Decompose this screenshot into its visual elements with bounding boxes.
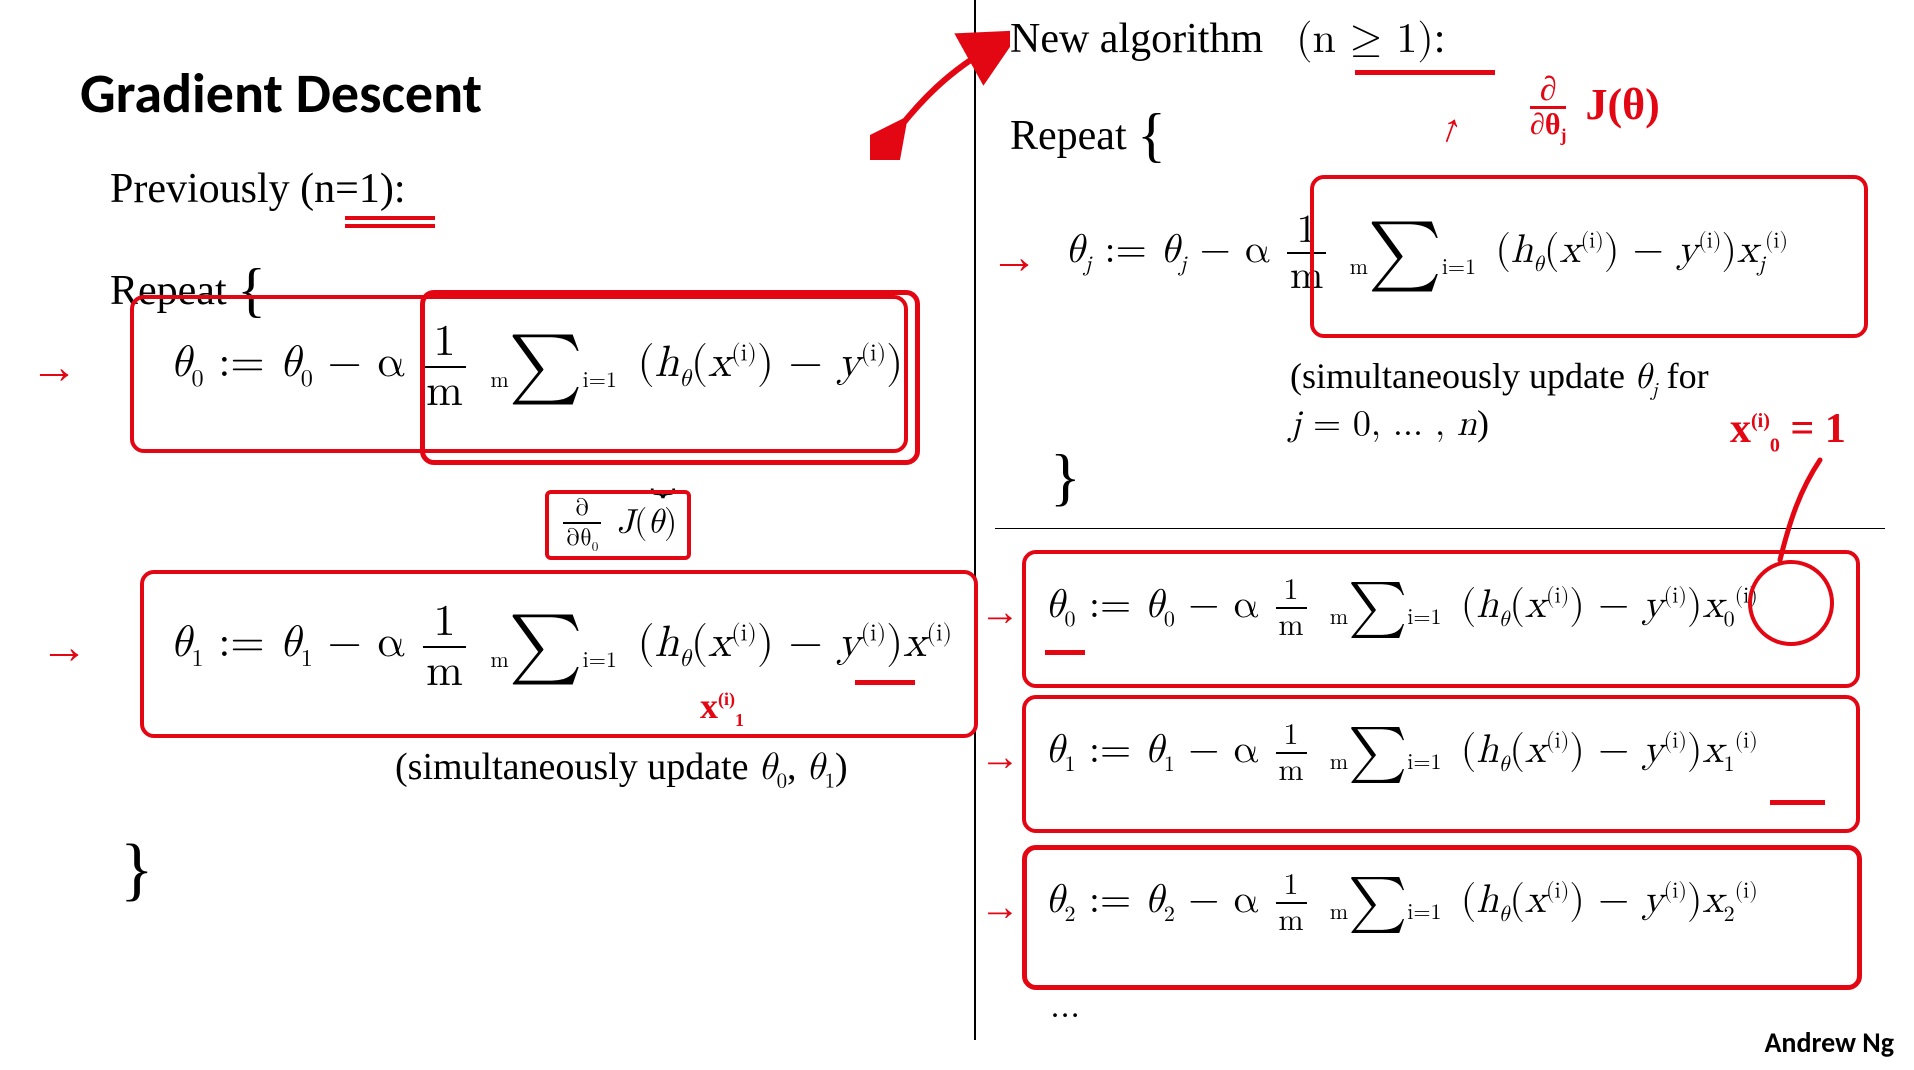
equation-theta2-right: θ2 := θ2 − α 1m m∑i=1 (hθ(x(i)) − y(i))x… — [1045, 870, 1758, 936]
annotation-underline-x1 — [1770, 800, 1825, 805]
annotation-partial-thetaj: ∂ ∂θj J(θ) — [1530, 75, 1660, 143]
annotation-arrow-thetaj: → — [990, 230, 1038, 285]
annotation-underline-theta0 — [1045, 650, 1085, 655]
partial-derivative-label: ∂∂θ0 J(θ) — [545, 490, 691, 560]
ellipsis-right: … — [1050, 985, 1080, 1028]
simultaneous-update-right: (simultaneously update θj for j = 0, … ,… — [1290, 355, 1709, 446]
new-algorithm-label: New algorithm — [1010, 16, 1263, 62]
annotation-arrow-theta1-right: → — [980, 735, 1020, 780]
annotation-arrow-theta0-right: → — [980, 590, 1020, 635]
annotation-arrow-theta1-left: → — [40, 620, 88, 675]
horizontal-rule-right — [995, 528, 1885, 529]
annotation-circle-x0 — [1748, 560, 1834, 646]
equation-thetaj-general: θj := θj − α 1m m∑i=1 (hθ(x(i)) − y(i))x… — [1065, 210, 1788, 296]
close-brace-left: } — [120, 830, 154, 910]
annotation-underline-nge1 — [1355, 70, 1495, 75]
equation-theta0-right: θ0 := θ0 − α 1m m∑i=1 (hθ(x(i)) − y(i))x… — [1045, 575, 1758, 641]
annotation-x1-note: x(i)1 — [700, 685, 744, 731]
repeat-left-label: Repeat — [110, 268, 227, 314]
equation-theta1-right: θ1 := θ1 − α 1m m∑i=1 (hθ(x(i)) − y(i))x… — [1045, 720, 1758, 786]
annotation-arrow-theta2-right: → — [980, 885, 1020, 930]
equation-theta1-left: θ1 := θ1 − α 1m m∑i=1 (hθ(x(i)) − y(i))x… — [170, 600, 952, 694]
close-brace-right: } — [1050, 440, 1081, 514]
annotation-underline-xi — [855, 680, 915, 685]
vertical-divider — [974, 0, 976, 1040]
slide-title: Gradient Descent — [80, 60, 482, 128]
previously-text: Previously (n=1): — [110, 166, 406, 212]
repeat-right-label: Repeat — [1010, 113, 1127, 159]
equation-theta0-left: θ0 := θ0 − α 1m m∑i=1 (hθ(x(i)) − y(i)) — [170, 320, 903, 414]
simultaneous-update-left: (simultaneously update θ0, θ1) — [395, 745, 848, 795]
annotation-double-arrow — [870, 30, 1010, 160]
repeat-right: Repeat { — [1010, 95, 1166, 164]
slide: Gradient Descent Previously (n=1): Repea… — [0, 0, 1914, 1070]
credit: Andrew Ng — [1764, 1025, 1894, 1060]
annotation-arrow-partial: ↓ — [1433, 108, 1467, 157]
open-brace-right: { — [1137, 102, 1166, 168]
annotation-connector-x0 — [1760, 450, 1860, 570]
annotation-x0-equals-1: x(i)0 = 1 — [1730, 405, 1846, 457]
repeat-left: Repeat { — [110, 250, 266, 319]
new-algorithm-heading: New algorithm (n ≥ 1): — [1010, 15, 1445, 65]
annotation-arrow-theta0-left: → — [30, 340, 78, 395]
open-brace-left: { — [237, 257, 266, 323]
underbrace-theta0: ⏟ — [430, 448, 890, 496]
previously-heading: Previously (n=1): — [110, 165, 406, 213]
